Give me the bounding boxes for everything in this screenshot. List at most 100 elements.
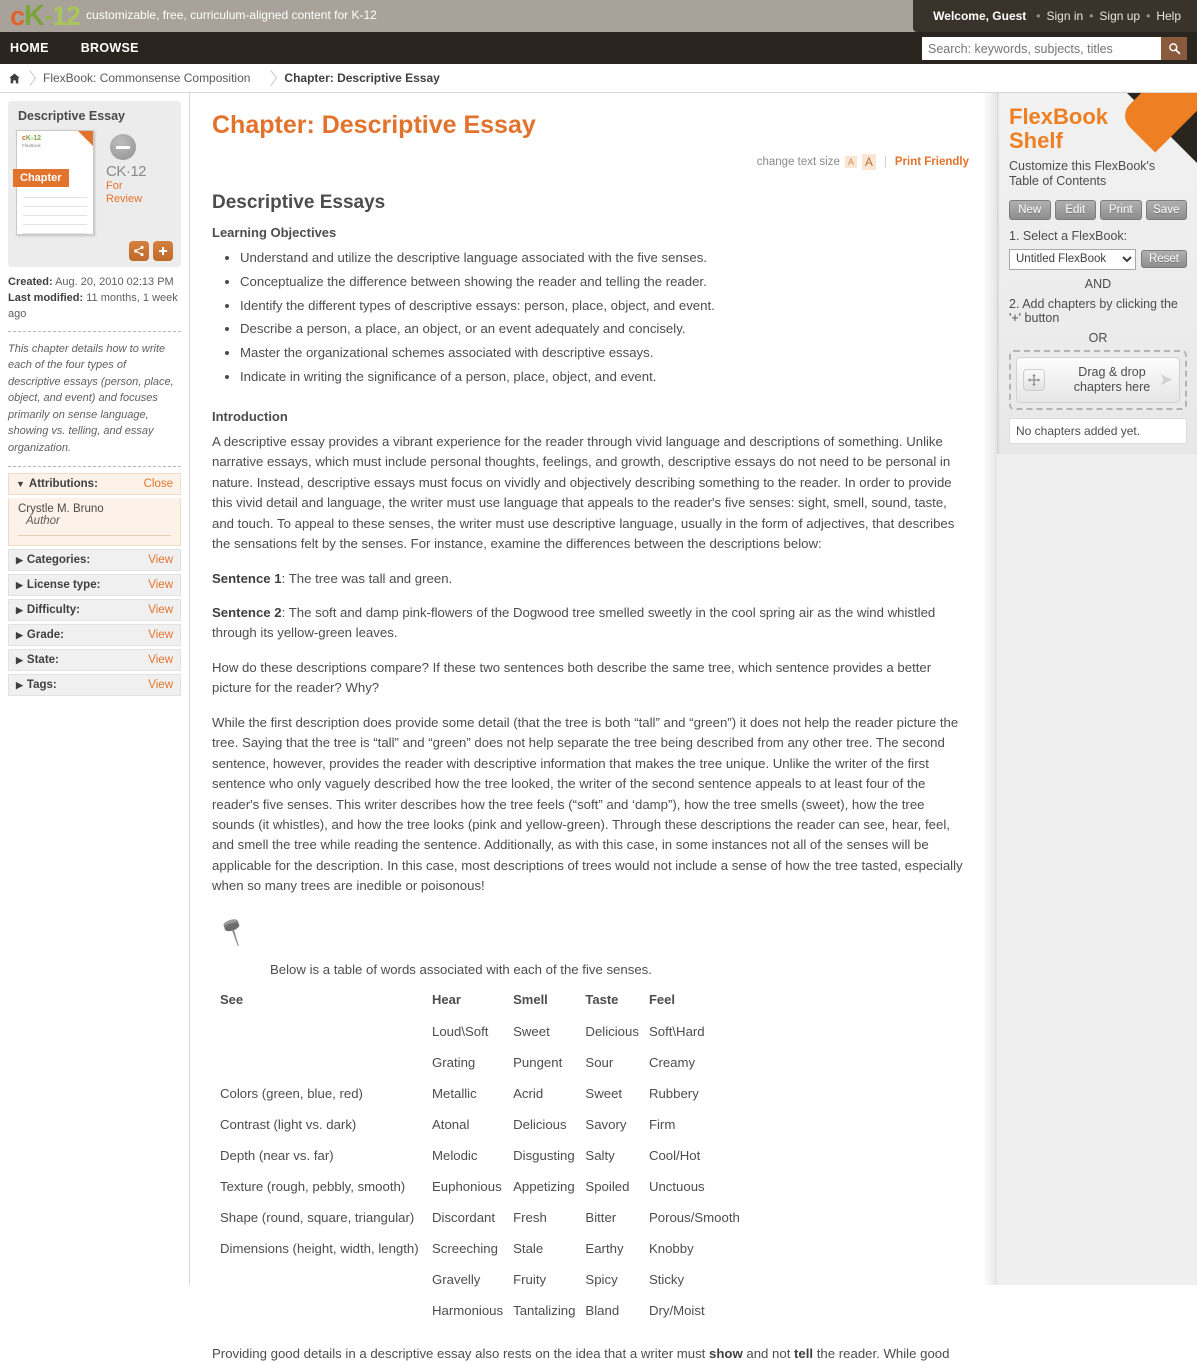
change-text-size-label: change text size (756, 156, 840, 168)
share-button[interactable] (129, 241, 149, 261)
tags-view-link[interactable]: View (148, 679, 173, 691)
closing-bold-show: show (709, 1345, 743, 1361)
categories-label: Categories: (26, 554, 91, 567)
move-icon (1023, 368, 1045, 391)
breadcrumb-item-flexbook[interactable]: FlexBook: Commonsense Composition (23, 71, 264, 85)
cell-taste: Delicious (585, 1023, 639, 1039)
cell-feel: Creamy (648, 1054, 696, 1070)
cell-smell: Appetizing (513, 1178, 575, 1194)
status-line-1: For (106, 180, 123, 192)
accordion-header-state[interactable]: ▶ State: View (8, 649, 181, 672)
ck12-logo[interactable]: c K -12 (10, 0, 81, 33)
cell-taste: Salty (585, 1147, 615, 1163)
cell-taste: Sour (585, 1054, 614, 1070)
cell-see (216, 1047, 428, 1078)
status-line-2: Review (106, 192, 143, 205)
add-button[interactable] (153, 241, 173, 261)
breadcrumb: FlexBook: Commonsense Composition Chapte… (0, 64, 1197, 93)
grade-view-link[interactable]: View (148, 629, 173, 641)
chapter-dropzone[interactable]: Drag & drop chapters here ➤ (1009, 349, 1187, 410)
difficulty-view-link[interactable]: View (148, 604, 173, 616)
accordion-header-grade[interactable]: ▶ Grade: View (8, 624, 181, 647)
introduction-paragraph: A descriptive essay provides a vibrant e… (212, 433, 955, 552)
state-view-link[interactable]: View (148, 654, 173, 666)
accordion-header-tags[interactable]: ▶ Tags: View (8, 674, 181, 697)
tags-label-group: ▶ Tags: (16, 679, 57, 691)
chevron-right-icon: ▶ (16, 555, 23, 566)
cell-see (216, 1264, 428, 1295)
list-item: Conceptualize the difference between sho… (240, 272, 969, 292)
save-button[interactable]: Save (1145, 199, 1187, 220)
chapter-card: Descriptive Essay cK-12 FlexBook Chapter… (8, 101, 181, 267)
cell-feel: Dry/Moist (648, 1302, 705, 1318)
search-input[interactable] (922, 37, 1161, 60)
nav-browse[interactable]: BROWSE (81, 41, 139, 55)
cell-taste: Bitter (585, 1209, 617, 1225)
edit-button[interactable]: Edit (1054, 199, 1096, 220)
cell-feel: Porous/Smooth (648, 1209, 740, 1225)
dropzone-inner[interactable]: Drag & drop chapters here ➤ (1016, 356, 1180, 403)
cell-feel: Sticky (648, 1271, 685, 1287)
table-row: Dimensions (height, width, length) Scree… (216, 1233, 746, 1264)
sign-up-link[interactable]: Sign up (1099, 9, 1140, 23)
text-size-large-button[interactable]: A (861, 154, 876, 170)
table-row: Harmonious Tantalizing Bland Dry/Moist (216, 1295, 746, 1326)
reset-button[interactable]: Reset (1140, 250, 1187, 269)
print-friendly-link[interactable]: Print Friendly (895, 156, 969, 168)
attributions-label: Attributions: (28, 478, 98, 491)
license-label-group: ▶ License type: (16, 579, 100, 591)
chevron-right-icon: ▶ (16, 580, 23, 591)
cell-hear: Atonal (432, 1116, 470, 1132)
cell-smell: Stale (513, 1240, 544, 1256)
new-button[interactable]: New (1009, 199, 1051, 220)
print-button[interactable]: Print (1100, 199, 1142, 220)
license-view-link[interactable]: View (148, 579, 173, 591)
left-sidebar: Descriptive Essay cK-12 FlexBook Chapter… (0, 93, 190, 1285)
status-owner: CK·12 (106, 163, 147, 180)
table-row: Loud\Soft Sweet Delicious Soft\Hard (216, 1016, 746, 1047)
cell-see: Colors (green, blue, red) (220, 1085, 363, 1101)
attributions-close-link[interactable]: Close (144, 478, 173, 490)
chapter-thumbnail[interactable]: cK-12 FlexBook Chapter (13, 130, 94, 235)
col-header-feel: Feel (648, 991, 675, 1007)
plus-icon (157, 245, 169, 257)
nav-home[interactable]: HOME (10, 41, 49, 55)
author-name: Crystle M. Bruno (18, 503, 104, 516)
thumbnail-logo: cK-12 (22, 135, 41, 142)
chevron-right-icon: ▶ (16, 605, 23, 616)
search-bar (922, 37, 1187, 60)
chapter-meta: Created: Aug. 20, 2010 02:13 PM Last mod… (8, 275, 181, 323)
cell-hear: Grating (432, 1054, 476, 1070)
text-size-small-button[interactable]: A (844, 156, 857, 168)
dropzone-line-1: Drag & drop (1078, 364, 1146, 379)
search-icon (1168, 42, 1181, 55)
table-row: Colors (green, blue, red) Metallic Acrid… (216, 1078, 746, 1109)
thumb-logo-k12: K-12 (25, 135, 42, 142)
cell-see: Contrast (light vs. dark) (220, 1116, 357, 1132)
closing-bold-tell: tell (794, 1345, 814, 1361)
sign-in-link[interactable]: Sign in (1047, 9, 1084, 23)
accordion-header-difficulty[interactable]: ▶ Difficulty: View (8, 599, 181, 622)
accordion-header-license-type[interactable]: ▶ License type: View (8, 574, 181, 597)
cell-taste: Spoiled (585, 1178, 630, 1194)
created-label: Created: (8, 276, 53, 288)
dropzone-line-2: chapters here (1073, 379, 1151, 394)
home-icon[interactable] (8, 72, 21, 85)
accordion-header-categories[interactable]: ▶ Categories: View (8, 549, 181, 572)
step-1-label: 1. Select a FlexBook: (1009, 228, 1128, 243)
categories-view-link[interactable]: View (148, 554, 173, 566)
cell-see (216, 1016, 428, 1047)
search-button[interactable] (1161, 37, 1187, 60)
sentence-1-paragraph: Sentence 1: The tree was tall and green. (212, 569, 969, 589)
chapter-card-title: Descriptive Essay (18, 109, 126, 123)
cell-smell: Tantalizing (513, 1302, 576, 1318)
flexbook-select[interactable]: Untitled FlexBook (1009, 248, 1136, 270)
learning-objectives-list: Understand and utilize the descriptive l… (212, 248, 969, 387)
section-title: Descriptive Essays (212, 192, 386, 213)
state-label-group: ▶ State: (16, 654, 59, 666)
sentence-1-label: Sentence 1 (212, 570, 282, 586)
table-row: Shape (round, square, triangular) Discor… (216, 1202, 746, 1233)
help-link[interactable]: Help (1156, 9, 1181, 23)
cell-smell: Delicious (513, 1116, 567, 1132)
accordion-header-attributions[interactable]: ▼ Attributions: Close (8, 473, 181, 496)
